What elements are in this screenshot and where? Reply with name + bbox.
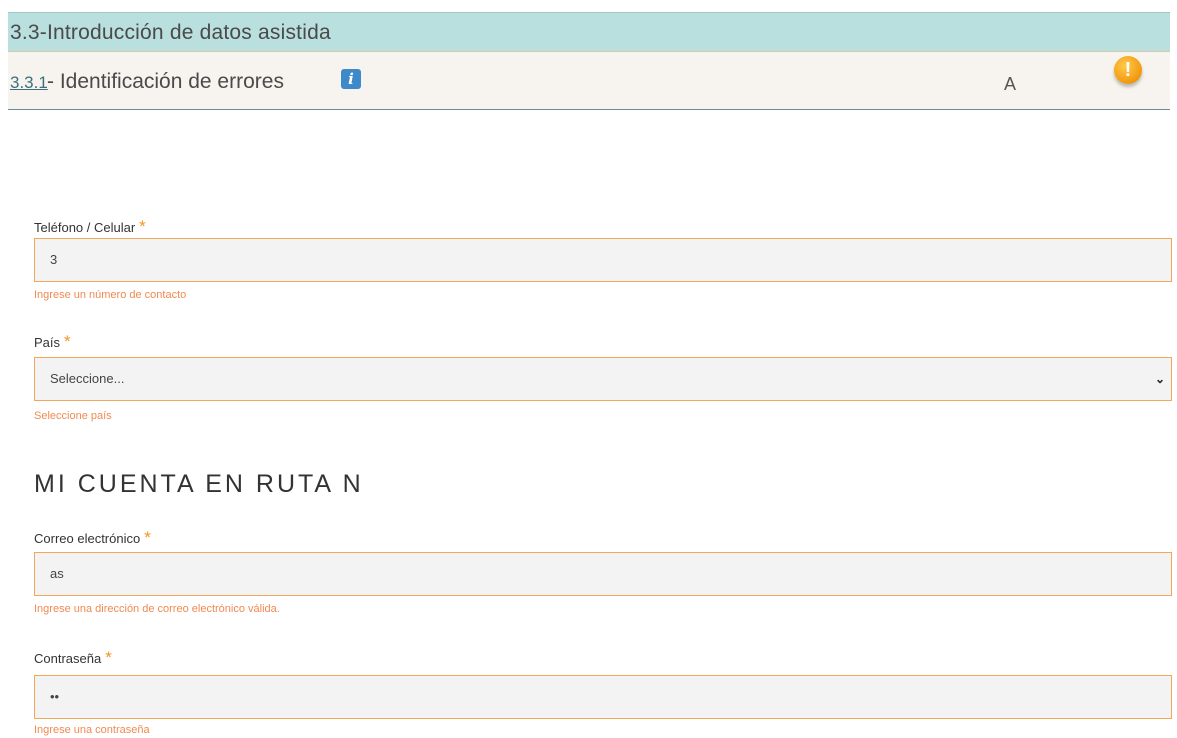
required-asterisk: * — [105, 648, 112, 667]
country-select-value: Seleccione... — [50, 371, 125, 386]
email-input-value: as — [50, 566, 64, 581]
phone-label-text: Teléfono / Celular — [34, 220, 136, 235]
section-header: 3.3-Introducción de datos asistida — [8, 12, 1170, 52]
password-input[interactable]: •• — [34, 675, 1172, 719]
email-input[interactable]: as — [34, 552, 1172, 596]
section-title: 3.3-Introducción de datos asistida — [10, 21, 331, 44]
country-label-text: País — [34, 335, 61, 350]
country-error: Seleccione país — [34, 410, 112, 422]
criterion-number-link[interactable]: 3.3.1 — [10, 73, 48, 93]
password-input-value: •• — [50, 689, 60, 704]
chevron-down-icon: ⌄ — [1154, 372, 1165, 386]
required-asterisk: * — [144, 528, 151, 547]
country-select[interactable]: Seleccione... ⌄ — [34, 357, 1172, 401]
phone-error: Ingrese un número de contacto — [34, 289, 187, 301]
phone-label: Teléfono / Celular * — [34, 217, 146, 237]
email-error: Ingrese una dirección de correo electrón… — [34, 603, 280, 615]
criterion-name: - Identificación de errores — [47, 70, 284, 93]
country-label: País * — [34, 332, 71, 352]
required-asterisk: * — [64, 332, 71, 351]
required-asterisk: * — [139, 217, 146, 236]
phone-input[interactable]: 3 — [34, 238, 1172, 282]
email-label-text: Correo electrónico — [34, 531, 141, 546]
password-error: Ingrese una contraseña — [34, 724, 150, 736]
password-label-text: Contraseña — [34, 651, 102, 666]
warning-icon: ! — [1114, 56, 1142, 84]
password-label: Contraseña * — [34, 648, 112, 668]
criterion-row: 3.3.1 - Identificación de errores i A ! — [8, 52, 1170, 110]
conformance-level: A — [1004, 74, 1017, 94]
account-section-title: MI CUENTA EN RUTA N — [34, 470, 364, 498]
phone-input-value: 3 — [50, 252, 58, 267]
email-label: Correo electrónico * — [34, 528, 151, 548]
info-icon[interactable]: i — [341, 69, 361, 89]
